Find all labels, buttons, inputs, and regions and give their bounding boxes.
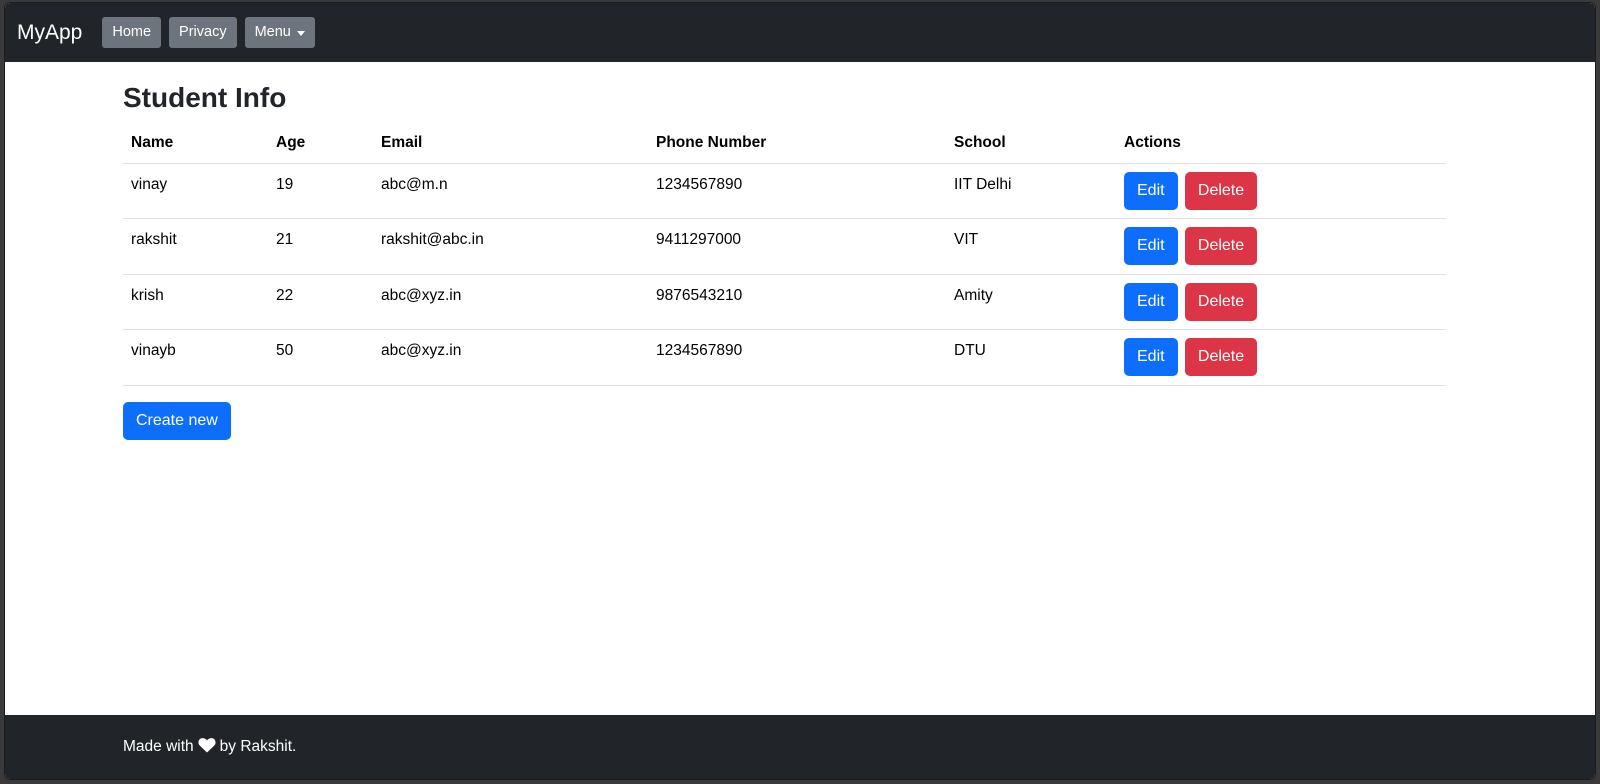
header-actions: Actions xyxy=(1116,123,1446,164)
cell-phone: 1234567890 xyxy=(648,163,946,219)
cell-school: VIT xyxy=(946,218,1116,275)
table-header-row: Name Age Email Phone Number School Actio… xyxy=(123,123,1446,164)
cell-actions: Edit Delete xyxy=(1116,163,1446,219)
cell-name: vinay xyxy=(123,163,268,219)
cell-school: IIT Delhi xyxy=(946,163,1116,219)
table-row: vinay 19 abc@m.n 1234567890 IIT Delhi Ed… xyxy=(123,163,1446,219)
table-row: rakshit 21 rakshit@abc.in 9411297000 VIT… xyxy=(123,218,1446,275)
header-age: Age xyxy=(268,123,373,164)
cell-school: Amity xyxy=(946,274,1116,330)
app-window: MyApp Home Privacy Menu Student Info Nam… xyxy=(4,2,1596,780)
delete-button[interactable]: Delete xyxy=(1184,171,1258,210)
header-email: Email xyxy=(373,123,648,164)
page-title: Student Info xyxy=(123,82,287,113)
cell-phone: 1234567890 xyxy=(648,329,946,386)
header-name: Name xyxy=(123,123,268,164)
navbar: MyApp Home Privacy Menu xyxy=(5,3,1595,62)
cell-actions: Edit Delete xyxy=(1116,218,1446,275)
cell-age: 22 xyxy=(268,274,373,330)
cell-phone: 9411297000 xyxy=(648,218,946,275)
cell-name: vinayb xyxy=(123,329,268,386)
student-table: Name Age Email Phone Number School Actio… xyxy=(123,123,1446,386)
nav-menu-dropdown[interactable]: Menu xyxy=(244,17,315,48)
cell-name: rakshit xyxy=(123,218,268,275)
edit-button[interactable]: Edit xyxy=(1124,282,1178,321)
heart-icon xyxy=(198,737,216,758)
footer-prefix: Made with xyxy=(123,738,194,755)
cell-age: 19 xyxy=(268,163,373,219)
header-school: School xyxy=(946,123,1116,164)
nav-menu-label: Menu xyxy=(254,24,291,40)
edit-button[interactable]: Edit xyxy=(1124,171,1178,210)
table-row: vinayb 50 abc@xyz.in 1234567890 DTU Edit… xyxy=(123,329,1446,386)
cell-phone: 9876543210 xyxy=(648,274,946,330)
footer: Made with by Rakshit. xyxy=(5,715,1595,779)
footer-suffix: by Rakshit. xyxy=(219,738,297,755)
nav-home-button[interactable]: Home xyxy=(102,17,162,48)
delete-button[interactable]: Delete xyxy=(1184,282,1258,321)
edit-button[interactable]: Edit xyxy=(1124,227,1178,265)
caret-down-icon xyxy=(296,30,305,36)
cell-email: abc@xyz.in xyxy=(373,274,648,330)
cell-school: DTU xyxy=(946,329,1116,386)
table-row: krish 22 abc@xyz.in 9876543210 Amity Edi… xyxy=(123,274,1446,330)
cell-email: rakshit@abc.in xyxy=(373,218,648,275)
cell-name: krish xyxy=(123,274,268,330)
brand-link[interactable]: MyApp xyxy=(17,21,82,45)
cell-age: 21 xyxy=(268,218,373,275)
create-new-button[interactable]: Create new xyxy=(123,401,231,440)
cell-actions: Edit Delete xyxy=(1116,274,1446,330)
cell-email: abc@m.n xyxy=(373,163,648,219)
delete-button[interactable]: Delete xyxy=(1184,227,1258,265)
cell-actions: Edit Delete xyxy=(1116,329,1446,386)
cell-email: abc@xyz.in xyxy=(373,329,648,386)
delete-button[interactable]: Delete xyxy=(1184,338,1258,376)
header-phone: Phone Number xyxy=(648,123,946,164)
cell-age: 50 xyxy=(268,329,373,386)
main-content: Student Info Name Age Email Phone Number… xyxy=(123,62,1446,440)
nav-privacy-button[interactable]: Privacy xyxy=(169,17,237,48)
edit-button[interactable]: Edit xyxy=(1124,338,1178,376)
